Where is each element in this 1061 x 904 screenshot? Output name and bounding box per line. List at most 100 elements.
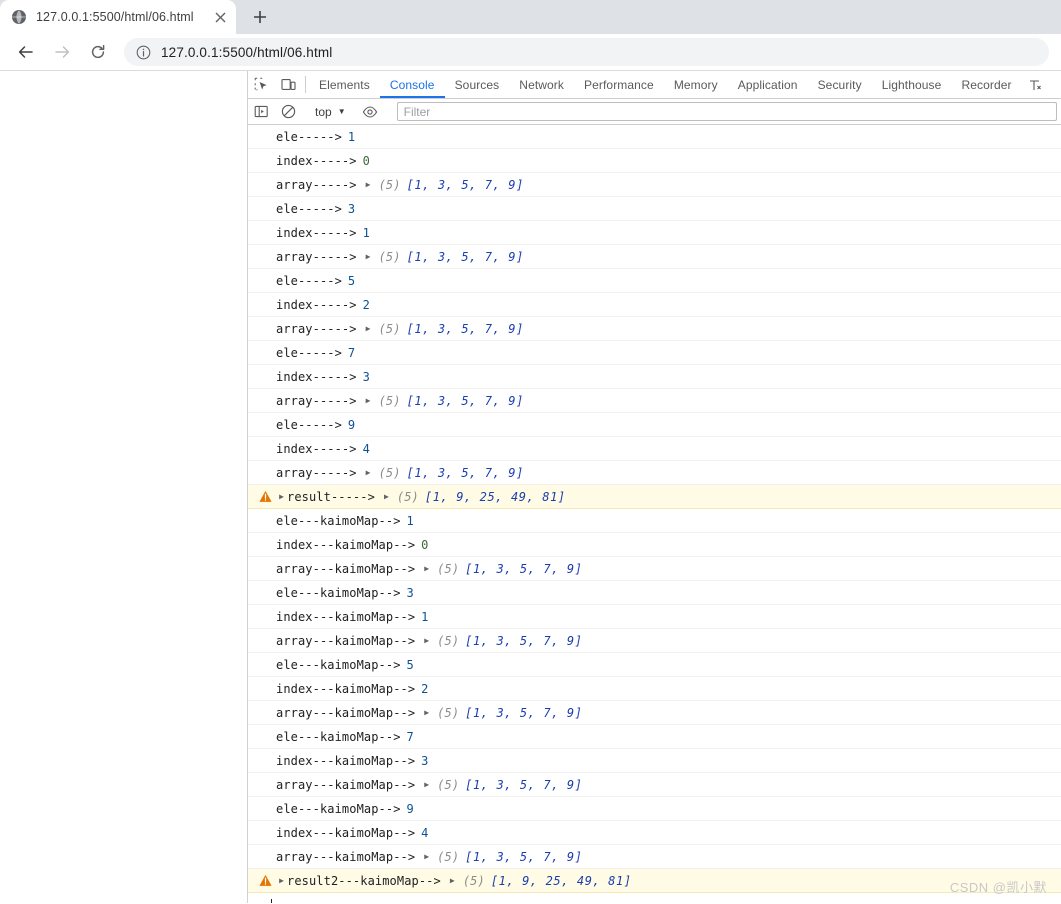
log-label: array---kaimoMap--> [276,849,416,864]
array-length: (5) [462,873,485,888]
log-label: array---kaimoMap--> [276,777,416,792]
array-preview[interactable]: ▶ (5) [1, 3, 5, 7, 9] [421,634,582,648]
forward-icon[interactable] [48,38,76,66]
console-log-row[interactable]: index---kaimoMap--> 4 [248,821,1061,845]
prompt-caret-icon: › [256,900,263,904]
live-expression-icon[interactable] [357,104,384,120]
info-circle-icon[interactable] [135,44,151,60]
console-log-row[interactable]: array-----> ▶ (5) [1, 3, 5, 7, 9] [248,245,1061,269]
tab-title: 127.0.0.1:5500/html/06.html [36,10,194,24]
inspect-icon[interactable] [248,71,275,98]
array-preview[interactable]: ▶ (5) [1, 9, 25, 49, 81] [447,874,632,888]
tab-sources[interactable]: Sources [445,71,510,98]
array-length: (5) [396,489,419,504]
tab-application[interactable]: Application [728,71,808,98]
tab-elements[interactable]: Elements [309,71,380,98]
console-log-row[interactable]: array-----> ▶ (5) [1, 3, 5, 7, 9] [248,173,1061,197]
disclosure-triangle-icon[interactable]: ▶ [381,492,392,501]
array-preview[interactable]: ▶ (5) [1, 3, 5, 7, 9] [421,706,582,720]
disclosure-triangle-icon[interactable]: ▶ [363,324,374,333]
array-preview[interactable]: ▶ (5) [1, 3, 5, 7, 9] [363,466,524,480]
log-label: ele-----> [276,417,342,432]
console-log-row[interactable]: array---kaimoMap--> ▶ (5) [1, 3, 5, 7, 9] [248,845,1061,869]
browser-tab[interactable]: 127.0.0.1:5500/html/06.html [0,0,236,34]
console-log-row[interactable]: ele-----> 1 [248,125,1061,149]
array-contents: [1, 3, 5, 7, 9] [465,777,583,792]
disclosure-triangle-icon[interactable]: ▶ [421,564,432,573]
console-log-row[interactable]: array---kaimoMap--> ▶ (5) [1, 3, 5, 7, 9] [248,773,1061,797]
console-log-row[interactable]: index---kaimoMap--> 1 [248,605,1061,629]
array-preview[interactable]: ▶ (5) [1, 3, 5, 7, 9] [421,850,582,864]
array-preview[interactable]: ▶ (5) [1, 9, 25, 49, 81] [381,490,566,504]
log-label: index-----> [276,297,357,312]
text-cursor [270,899,272,903]
log-value: 2 [421,681,429,696]
disclosure-triangle-icon[interactable]: ▶ [421,636,432,645]
tab-console[interactable]: Console [380,71,445,98]
tab-network[interactable]: Network [509,71,574,98]
console-warning-row[interactable]: ▶ result-----> ▶ (5) [1, 9, 25, 49, 81] [248,485,1061,509]
close-icon[interactable] [210,7,230,27]
console-log-row[interactable]: ele---kaimoMap--> 9 [248,797,1061,821]
console-log-row[interactable]: index---kaimoMap--> 3 [248,749,1061,773]
disclosure-triangle-icon[interactable]: ▶ [447,876,458,885]
tab-recorder[interactable]: Recorder [951,71,1021,98]
console-log-row[interactable]: array---kaimoMap--> ▶ (5) [1, 3, 5, 7, 9] [248,629,1061,653]
array-preview[interactable]: ▶ (5) [1, 3, 5, 7, 9] [363,322,524,336]
console-log-row[interactable]: array---kaimoMap--> ▶ (5) [1, 3, 5, 7, 9] [248,701,1061,725]
console-warning-row[interactable]: ▶ result2---kaimoMap--> ▶ (5) [1, 9, 25, 49… [248,869,1061,893]
reload-icon[interactable] [84,38,112,66]
tab-lighthouse[interactable]: Lighthouse [872,71,952,98]
log-value: 0 [421,537,429,552]
console-log-row[interactable]: ele-----> 5 [248,269,1061,293]
console-log-row[interactable]: ele-----> 7 [248,341,1061,365]
device-toolbar-icon[interactable] [275,71,302,98]
address-bar[interactable]: 127.0.0.1:5500/html/06.html [124,38,1049,66]
console-log-row[interactable]: index---kaimoMap--> 2 [248,677,1061,701]
array-preview[interactable]: ▶ (5) [1, 3, 5, 7, 9] [421,778,582,792]
console-log-row[interactable]: array---kaimoMap--> ▶ (5) [1, 3, 5, 7, 9] [248,557,1061,581]
disclosure-triangle-icon[interactable]: ▶ [363,396,374,405]
tab-memory[interactable]: Memory [664,71,728,98]
console-log-row[interactable]: ele-----> 3 [248,197,1061,221]
array-preview[interactable]: ▶ (5) [1, 3, 5, 7, 9] [363,178,524,192]
console-log-row[interactable]: array-----> ▶ (5) [1, 3, 5, 7, 9] [248,389,1061,413]
disclosure-triangle-icon[interactable]: ▶ [276,876,287,885]
console-log-row[interactable]: ele---kaimoMap--> 7 [248,725,1061,749]
disclosure-triangle-icon[interactable]: ▶ [421,852,432,861]
console-log-row[interactable]: index---kaimoMap--> 0 [248,533,1061,557]
disclosure-triangle-icon[interactable]: ▶ [276,492,287,501]
disclosure-triangle-icon[interactable]: ▶ [363,468,374,477]
log-label: index---kaimoMap--> [276,753,416,768]
console-log-row[interactable]: ele---kaimoMap--> 1 [248,509,1061,533]
console-log-row[interactable]: index-----> 0 [248,149,1061,173]
disclosure-triangle-icon[interactable]: ▶ [421,708,432,717]
back-icon[interactable] [12,38,40,66]
new-tab-button[interactable] [246,3,274,31]
console-log-row[interactable]: index-----> 3 [248,365,1061,389]
execution-context-select[interactable]: top ▼ [309,102,350,122]
clear-console-icon[interactable] [275,104,302,119]
console-log-row[interactable]: index-----> 1 [248,221,1061,245]
console-log-row[interactable]: index-----> 4 [248,437,1061,461]
filter-input[interactable]: Filter [396,102,1057,121]
console-sidebar-icon[interactable] [248,104,275,119]
array-preview[interactable]: ▶ (5) [1, 3, 5, 7, 9] [421,562,582,576]
console-log-list[interactable]: ele-----> 1 index-----> 0 array-----> ▶ (5)… [248,125,1061,903]
array-preview[interactable]: ▶ (5) [1, 3, 5, 7, 9] [363,394,524,408]
tab-performance[interactable]: Performance [574,71,664,98]
disclosure-triangle-icon[interactable]: ▶ [363,180,374,189]
array-preview[interactable]: ▶ (5) [1, 3, 5, 7, 9] [363,250,524,264]
tab-security[interactable]: Security [808,71,872,98]
array-length: (5) [378,177,401,192]
console-log-row[interactable]: array-----> ▶ (5) [1, 3, 5, 7, 9] [248,461,1061,485]
console-log-row[interactable]: ele-----> 9 [248,413,1061,437]
console-log-row[interactable]: index-----> 2 [248,293,1061,317]
console-log-row[interactable]: array-----> ▶ (5) [1, 3, 5, 7, 9] [248,317,1061,341]
console-log-row[interactable]: ele---kaimoMap--> 3 [248,581,1061,605]
disclosure-triangle-icon[interactable]: ▶ [421,780,432,789]
array-length: (5) [437,561,460,576]
disclosure-triangle-icon[interactable]: ▶ [363,252,374,261]
console-prompt-row[interactable]: › [248,893,1061,903]
console-log-row[interactable]: ele---kaimoMap--> 5 [248,653,1061,677]
